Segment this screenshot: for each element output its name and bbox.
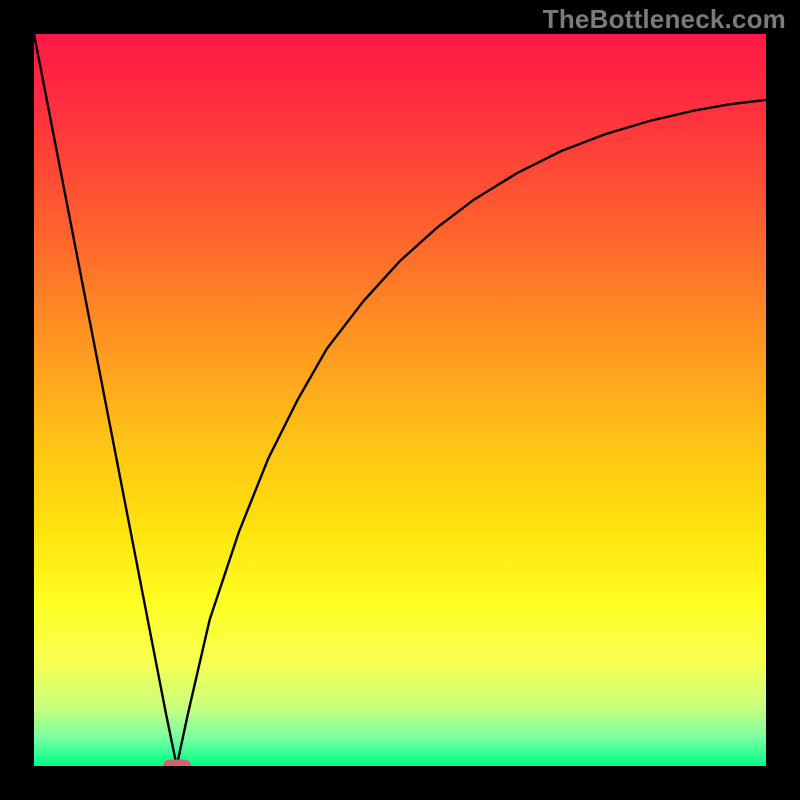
minimum-marker: [163, 760, 191, 767]
watermark-text: TheBottleneck.com: [543, 4, 786, 35]
data-curve: [34, 34, 766, 766]
chart-frame: TheBottleneck.com: [0, 0, 800, 800]
plot-area: [34, 34, 766, 766]
